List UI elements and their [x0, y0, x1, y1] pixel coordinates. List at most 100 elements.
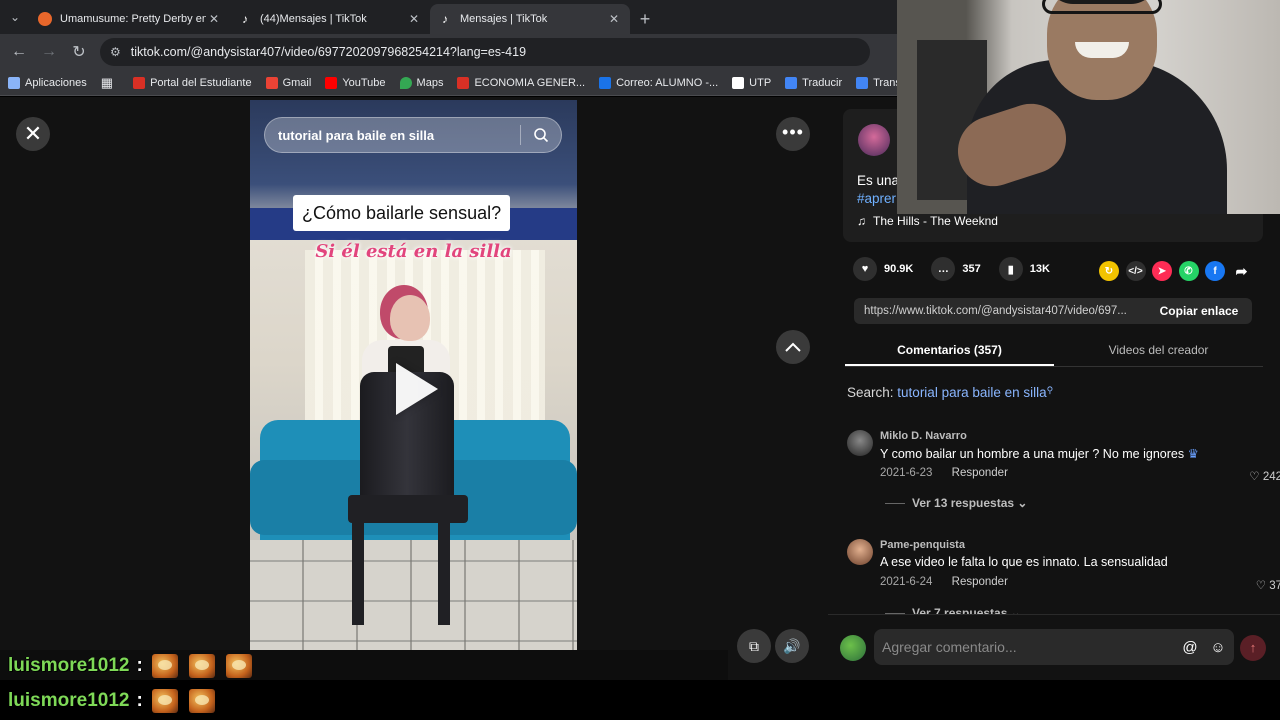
- video-player[interactable]: tutorial para baile en silla ¿Cómo baila…: [250, 100, 577, 680]
- comment-username[interactable]: Pame-penquista: [880, 539, 965, 551]
- reply-button[interactable]: Responder: [952, 467, 1008, 479]
- gmail-icon: [265, 76, 278, 89]
- video-caption-subtitle: Si él está en la silla: [315, 241, 512, 262]
- repost-icon[interactable]: ↻: [1099, 261, 1119, 281]
- tab-close-icon[interactable]: ✕: [206, 12, 222, 26]
- webcam-glasses: [1042, 0, 1162, 14]
- emoji-icon[interactable]: ☺: [1206, 639, 1230, 656]
- comment-item: Miklo D. Navarro Y como bailar un hombre…: [847, 430, 1280, 520]
- search-term[interactable]: tutorial para baile en silla: [897, 385, 1046, 400]
- site-settings-icon[interactable]: ⚙: [110, 45, 121, 59]
- send-icon[interactable]: ➤: [1152, 261, 1172, 281]
- tab-close-icon[interactable]: ✕: [606, 12, 622, 26]
- translate-icon: [856, 76, 869, 89]
- comment-avatar[interactable]: [847, 430, 873, 456]
- chat-colon: :: [136, 655, 143, 676]
- share-link-box: https://www.tiktok.com/@andysistar407/vi…: [854, 298, 1252, 324]
- back-arrow-icon[interactable]: ←: [4, 43, 34, 61]
- new-tab-button[interactable]: +: [630, 4, 660, 34]
- comment-text: Y como bailar un hombre a una mujer ? No…: [880, 447, 1199, 461]
- apps-grid-icon: [8, 76, 20, 89]
- bookmark-maps[interactable]: Maps: [399, 76, 443, 89]
- bookmark-youtube[interactable]: YouTube: [325, 76, 386, 89]
- grid-icon: ▦: [100, 74, 114, 90]
- comment-meta: 2021-6-23 Responder: [880, 467, 1008, 479]
- forward-arrow-icon[interactable]: →: [34, 43, 64, 61]
- tab-comments[interactable]: Comentarios (357): [845, 337, 1054, 366]
- facebook-icon[interactable]: f: [1205, 261, 1225, 281]
- tab-close-icon[interactable]: ✕: [406, 12, 422, 26]
- comment-text: A ese video le falta lo que es innato. L…: [880, 555, 1168, 569]
- whatsapp-icon[interactable]: ✆: [1178, 261, 1199, 281]
- emote-icon: [188, 654, 215, 678]
- address-url: tiktok.com/@andysistar407/video/69772020…: [130, 45, 527, 59]
- reply-button[interactable]: Responder: [952, 576, 1008, 588]
- tab-umamusume[interactable]: Umamusume: Pretty Derby en I ✕: [30, 4, 230, 34]
- bookmark-grid[interactable]: ▦: [101, 75, 113, 91]
- panel-tabs: Comentarios (357) Videos del creador: [845, 337, 1263, 367]
- bookmark-translate[interactable]: Translate: [856, 76, 897, 89]
- utp-icon: [133, 76, 146, 89]
- save-count: 13K: [1029, 263, 1050, 275]
- related-search[interactable]: Search: tutorial para baile en silla⚲: [847, 385, 1053, 400]
- chat-username: luismore1012: [8, 690, 130, 711]
- bookmark-economia[interactable]: ECONOMIA GENER...: [457, 76, 585, 89]
- volume-button[interactable]: 🔊: [775, 629, 809, 663]
- mention-icon[interactable]: @: [1178, 639, 1202, 656]
- comment-avatar[interactable]: [847, 539, 873, 565]
- music-title: The Hills - The Weeknd: [873, 214, 998, 228]
- tab-title: Umamusume: Pretty Derby en I: [60, 13, 206, 25]
- browser-tabbar: ⌄ Umamusume: Pretty Derby en I ✕ ♪ (44)M…: [0, 0, 897, 34]
- comment-username[interactable]: Miklo D. Navarro: [880, 430, 967, 442]
- more-options-button[interactable]: •••: [776, 117, 810, 151]
- video-search-text: tutorial para baile en silla: [278, 127, 435, 143]
- emote-icon: [188, 689, 215, 713]
- video-chair-leg: [352, 520, 364, 625]
- video-hashtag[interactable]: #aprer: [857, 191, 896, 206]
- search-icon[interactable]: [521, 127, 561, 143]
- comment-date: 2021-6-24: [880, 576, 933, 588]
- like-count: 90.9K: [884, 263, 914, 275]
- comment-input[interactable]: Agregar comentario... @ ☺: [874, 629, 1234, 665]
- tab-creator-videos[interactable]: Videos del creador: [1054, 337, 1263, 366]
- copy-link-button[interactable]: Copiar enlace: [1146, 304, 1252, 318]
- bookmark-utp[interactable]: UTP: [732, 76, 771, 89]
- bookmark-correo[interactable]: Correo: ALUMNO -...: [599, 76, 718, 89]
- reload-icon[interactable]: ↻: [64, 42, 94, 62]
- share-arrow-icon[interactable]: ➦: [1232, 261, 1252, 281]
- like-button[interactable]: ♥ 90.9K: [853, 257, 913, 281]
- bookmark-traducir[interactable]: Traducir: [785, 76, 842, 89]
- heart-icon: ♥: [853, 257, 877, 281]
- play-icon[interactable]: [396, 363, 438, 415]
- screen: ⌄ Umamusume: Pretty Derby en I ✕ ♪ (44)M…: [0, 0, 1280, 720]
- share-link-text[interactable]: https://www.tiktok.com/@andysistar407/vi…: [854, 305, 1146, 317]
- comment-like-button[interactable]: ♡ 37: [1256, 578, 1280, 592]
- previous-video-button[interactable]: [776, 330, 810, 364]
- comment-button[interactable]: … 357: [931, 257, 981, 281]
- utp-icon: [457, 76, 470, 89]
- bookmark-portal-estudiante[interactable]: Portal del Estudiante: [133, 76, 252, 89]
- chat-message: luismore1012:: [8, 689, 226, 713]
- address-bar[interactable]: ⚙ tiktok.com/@andysistar407/video/697720…: [100, 38, 870, 66]
- view-replies-button[interactable]: Ver 13 respuestas ⌄: [885, 496, 1027, 510]
- tab-tiktok-messages[interactable]: ♪ Mensajes | TikTok ✕: [430, 4, 630, 34]
- close-video-button[interactable]: ✕: [16, 117, 50, 151]
- tab-tiktok-messages-44[interactable]: ♪ (44)Mensajes | TikTok ✕: [230, 4, 430, 34]
- heart-outline-icon: ♡: [1249, 471, 1260, 483]
- action-bar: ♥ 90.9K … 357 ▮ 13K: [853, 257, 1068, 281]
- bookmark-apps[interactable]: Aplicaciones: [8, 76, 87, 89]
- comment-like-button[interactable]: ♡ 242: [1249, 469, 1280, 483]
- embed-icon[interactable]: </>: [1125, 261, 1146, 281]
- post-comment-button[interactable]: ↑: [1240, 635, 1266, 661]
- author-avatar[interactable]: [858, 124, 890, 156]
- current-user-avatar: [840, 635, 866, 661]
- picture-in-picture-button[interactable]: ⧉: [737, 629, 771, 663]
- video-description: Es una: [857, 173, 900, 188]
- tab-search-button[interactable]: ⌄: [0, 0, 30, 34]
- music-link[interactable]: ♫ The Hills - The Weeknd: [857, 214, 998, 228]
- bookmark-gmail[interactable]: Gmail: [265, 76, 311, 89]
- video-search-bar[interactable]: tutorial para baile en silla: [264, 117, 562, 153]
- webcam-overlay: [897, 0, 1280, 214]
- save-button[interactable]: ▮ 13K: [998, 257, 1050, 281]
- video-caption-title: ¿Cómo bailarle sensual?: [293, 195, 511, 231]
